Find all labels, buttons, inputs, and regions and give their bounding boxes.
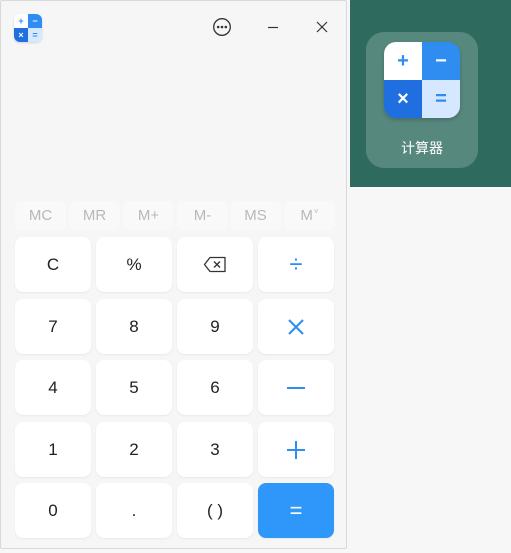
more-horizontal-icon bbox=[213, 18, 231, 36]
memory-list-label: M bbox=[300, 207, 313, 224]
subtract-button[interactable] bbox=[258, 360, 334, 415]
memory-list-button[interactable]: M ˅ bbox=[284, 201, 335, 230]
plus-glyph: + bbox=[14, 14, 28, 28]
calculator-desktop-icon: + − × = bbox=[384, 42, 460, 118]
multiply-icon bbox=[288, 318, 304, 335]
multiply-glyph: × bbox=[14, 28, 28, 42]
digit-8-button[interactable]: 8 bbox=[96, 299, 172, 354]
menu-button[interactable] bbox=[210, 15, 234, 39]
desktop-app-label: 计算器 bbox=[401, 140, 443, 156]
plus-glyph: + bbox=[384, 42, 422, 80]
minus-glyph: − bbox=[28, 14, 42, 28]
memory-subtract-button[interactable]: M- bbox=[177, 201, 228, 230]
minus-glyph: − bbox=[422, 42, 460, 80]
decimal-button[interactable]: . bbox=[96, 483, 172, 538]
desktop-app-shortcut[interactable]: + − × = 计算器 bbox=[366, 32, 478, 168]
parentheses-button[interactable]: ( ) bbox=[177, 483, 253, 538]
add-button[interactable] bbox=[258, 422, 334, 477]
digit-0-button[interactable]: 0 bbox=[15, 483, 91, 538]
backspace-icon bbox=[203, 256, 226, 273]
divide-button[interactable]: ÷ bbox=[258, 237, 334, 292]
percent-button[interactable]: % bbox=[96, 237, 172, 292]
close-button[interactable] bbox=[310, 15, 334, 39]
multiply-glyph: × bbox=[384, 80, 422, 118]
digit-1-button[interactable]: 1 bbox=[15, 422, 91, 477]
minus-icon bbox=[287, 386, 305, 389]
equals-glyph: = bbox=[422, 80, 460, 118]
calculator-app-icon: + − × = bbox=[14, 14, 42, 42]
digit-4-button[interactable]: 4 bbox=[15, 360, 91, 415]
multiply-button[interactable] bbox=[258, 299, 334, 354]
minimize-icon bbox=[268, 26, 278, 29]
desktop-area: + − × = 计算器 bbox=[350, 0, 511, 187]
backspace-button[interactable] bbox=[177, 237, 253, 292]
memory-row: MC MR M+ M- MS M ˅ bbox=[15, 201, 335, 231]
digit-3-button[interactable]: 3 bbox=[177, 422, 253, 477]
memory-clear-button[interactable]: MC bbox=[15, 201, 66, 230]
chevron-down-icon: ˅ bbox=[313, 207, 319, 216]
titlebar: + − × = bbox=[1, 1, 346, 53]
minimize-button[interactable] bbox=[261, 15, 285, 39]
divide-label: ÷ bbox=[289, 250, 303, 278]
equals-button[interactable]: = bbox=[258, 483, 334, 538]
memory-recall-button[interactable]: MR bbox=[69, 201, 120, 230]
digit-6-button[interactable]: 6 bbox=[177, 360, 253, 415]
digit-7-button[interactable]: 7 bbox=[15, 299, 91, 354]
memory-add-button[interactable]: M+ bbox=[123, 201, 174, 230]
memory-store-button[interactable]: MS bbox=[230, 201, 281, 230]
digit-9-button[interactable]: 9 bbox=[177, 299, 253, 354]
equals-glyph: = bbox=[28, 28, 42, 42]
digit-5-button[interactable]: 5 bbox=[96, 360, 172, 415]
calculator-display bbox=[13, 57, 335, 197]
calculator-window: + − × = MC MR M+ M- MS M ˅ C % ÷ 7 8 9 4… bbox=[0, 0, 347, 549]
close-icon bbox=[316, 21, 328, 33]
plus-icon bbox=[287, 440, 305, 459]
clear-button[interactable]: C bbox=[15, 237, 91, 292]
digit-2-button[interactable]: 2 bbox=[96, 422, 172, 477]
